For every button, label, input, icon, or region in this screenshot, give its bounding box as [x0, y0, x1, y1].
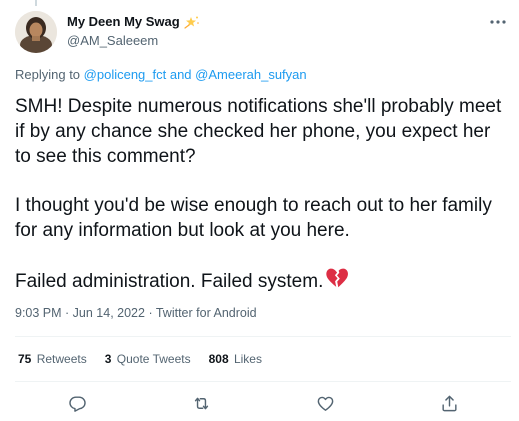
meta-separator-1: · [61, 306, 73, 320]
avatar-image [15, 11, 57, 53]
more-dots-icon [490, 20, 506, 24]
divider-top [15, 336, 511, 337]
engagement-stats: 75 Retweets 3 Quote Tweets 808 Likes [18, 351, 262, 367]
tweet-text: SMH! Despite numerous notifications she'… [15, 94, 511, 294]
meta-separator-2: · [144, 306, 156, 320]
thread-connector-line [35, 0, 37, 6]
retweets-label: Retweets [36, 352, 87, 366]
avatar[interactable] [15, 11, 57, 53]
more-options-button[interactable] [487, 13, 509, 31]
retweet-icon [194, 397, 208, 409]
like-icon [317, 396, 333, 411]
likes-label: Likes [233, 352, 262, 366]
likes-count: 808 [208, 352, 229, 366]
author-block: My Deen My Swag @AM_Saleeem [67, 14, 200, 49]
replying-conjunction: and [166, 67, 196, 82]
author-handle[interactable]: @AM_Saleeem [67, 33, 200, 49]
tweet-source[interactable]: Twitter for Android [156, 306, 257, 320]
mention-link-1[interactable]: @policeng_fct [84, 67, 167, 82]
tweet-time[interactable]: 9:03 PM [15, 306, 62, 320]
replying-to-prefix: Replying to [15, 67, 84, 82]
quotes-count: 3 [104, 352, 112, 366]
share-button[interactable] [437, 391, 461, 415]
tweet-meta: 9:03 PM · Jun 14, 2022 · Twitter for And… [15, 305, 257, 321]
tweet-paragraph-2: I thought you'd be wise enough to reach … [15, 195, 492, 241]
author-name-row[interactable]: My Deen My Swag [67, 14, 200, 30]
broken-heart-icon [324, 267, 350, 291]
retweet-button[interactable] [189, 391, 213, 415]
quotes-label: Quote Tweets [116, 352, 191, 366]
like-button[interactable] [313, 391, 337, 415]
likes-stat[interactable]: 808 Likes [209, 351, 262, 367]
sparkle-star-icon [184, 14, 200, 30]
share-icon [441, 395, 457, 411]
tweet-date[interactable]: Jun 14, 2022 [73, 306, 145, 320]
tweet-actions [15, 391, 511, 415]
divider-bottom [15, 381, 511, 382]
replying-to-line: Replying to @policeng_fct and @Ameerah_s… [15, 67, 307, 83]
retweets-stat[interactable]: 75 Retweets [18, 351, 87, 367]
reply-button[interactable] [65, 391, 89, 415]
tweet-paragraph-3: Failed administration. Failed system. [15, 271, 324, 292]
tweet-paragraph-3-row: Failed administration. Failed system. [15, 267, 511, 294]
reply-icon [68, 395, 86, 412]
tweet-header: My Deen My Swag @AM_Saleeem [15, 11, 511, 53]
mention-link-2[interactable]: @Ameerah_sufyan [195, 67, 306, 82]
quote-tweets-stat[interactable]: 3 Quote Tweets [105, 351, 191, 367]
display-name[interactable]: My Deen My Swag [67, 14, 180, 30]
retweets-count: 75 [18, 352, 32, 366]
tweet-paragraph-1: SMH! Despite numerous notifications she'… [15, 96, 502, 167]
